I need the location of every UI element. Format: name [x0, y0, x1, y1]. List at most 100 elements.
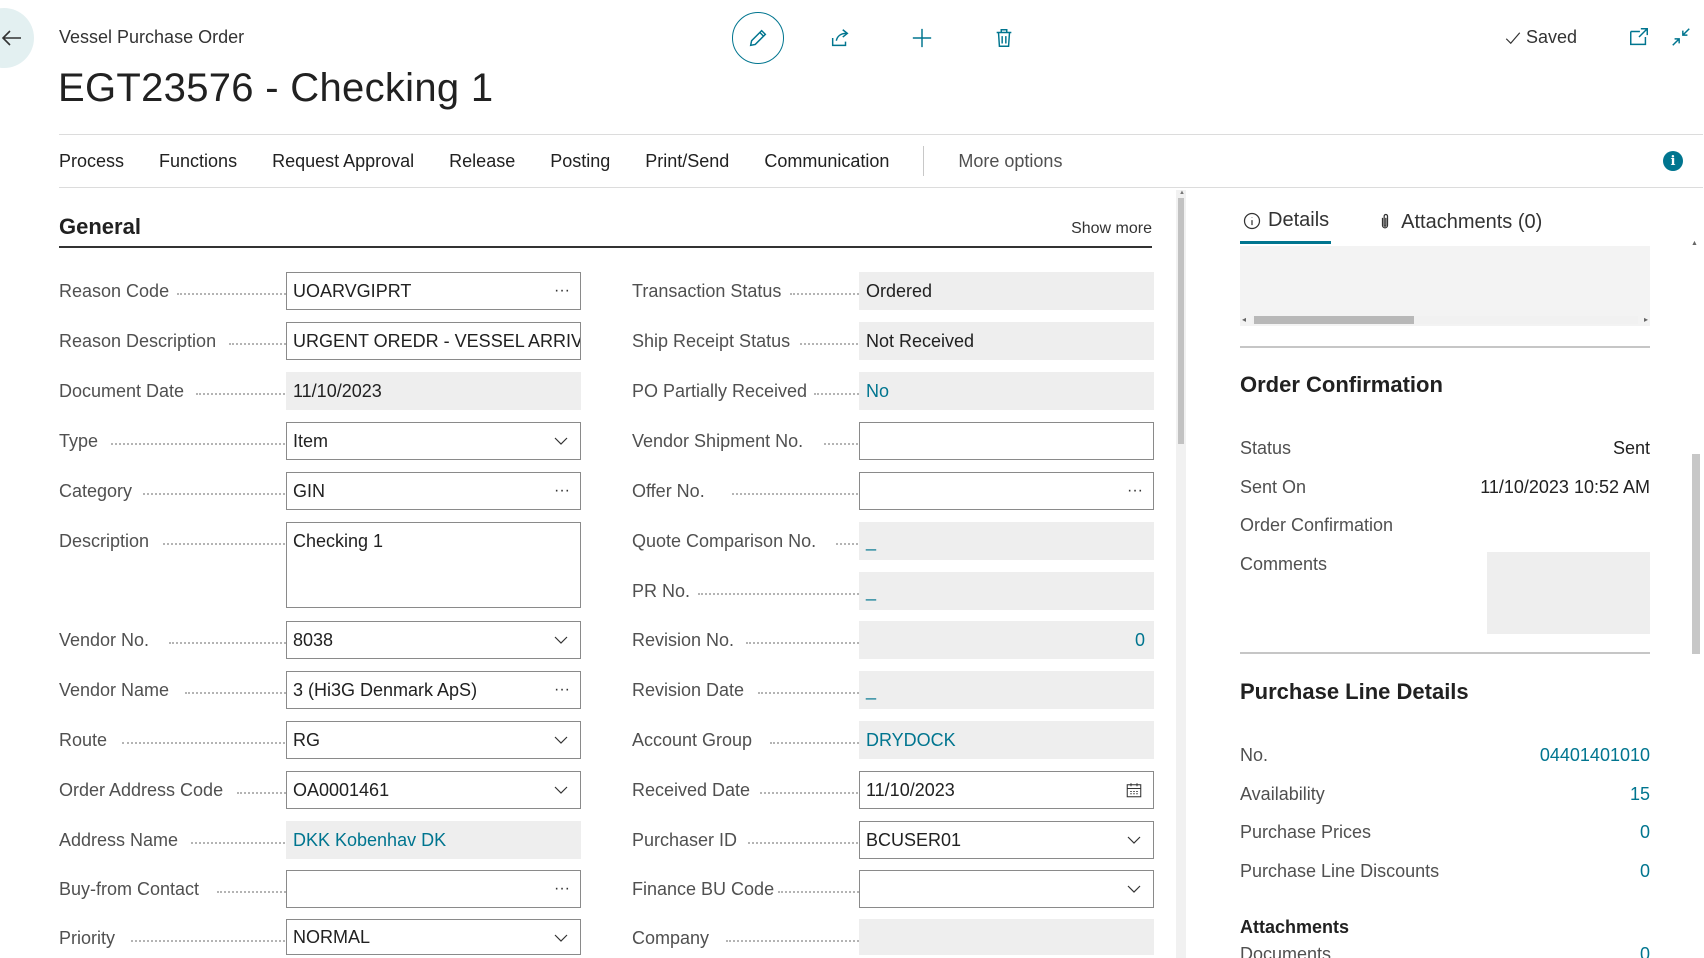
- field-vendor-shipment-no: Vendor Shipment No.: [632, 422, 1154, 460]
- field-buy-from-contact: Buy-from Contact ···: [59, 870, 581, 908]
- vendor-no-select[interactable]: 8038: [286, 621, 581, 659]
- row-value-link[interactable]: 04401401010: [1540, 745, 1650, 766]
- revision-date-value: _: [859, 671, 1154, 709]
- purchase-line-details-title: Purchase Line Details: [1240, 679, 1469, 704]
- checkmark-icon: [1505, 31, 1521, 44]
- chevron-down-icon: [1125, 880, 1143, 898]
- scrollbar-thumb[interactable]: [1692, 454, 1700, 654]
- field-revision-no: Revision No. 0: [632, 621, 1154, 659]
- info-icon[interactable]: i: [1663, 151, 1683, 171]
- share-button[interactable]: [814, 12, 866, 64]
- finance-bu-code-select[interactable]: [859, 870, 1154, 908]
- menu-process[interactable]: Process: [59, 151, 124, 172]
- menu-communication[interactable]: Communication: [764, 151, 889, 172]
- scrollbar-thumb[interactable]: [1178, 198, 1184, 444]
- field-label: Finance BU Code: [632, 878, 775, 899]
- menu-posting[interactable]: Posting: [550, 151, 610, 172]
- quote-comparison-no-link[interactable]: _: [859, 522, 1154, 560]
- pld-row-availability: Availability 15: [1240, 780, 1650, 808]
- factbox-divider: [1240, 652, 1650, 654]
- new-button[interactable]: [896, 12, 948, 64]
- row-value-link[interactable]: 0: [1640, 944, 1650, 958]
- row-value: 11/10/2023 10:52 AM: [1480, 476, 1650, 497]
- field-route: Route RG: [59, 721, 581, 759]
- row-label: Comments: [1240, 553, 1328, 574]
- collapse-button[interactable]: [1670, 26, 1694, 50]
- field-company: Company: [632, 919, 1154, 957]
- field-label: Ship Receipt Status: [632, 330, 791, 351]
- delete-button[interactable]: [978, 12, 1030, 64]
- menu-release[interactable]: Release: [449, 151, 515, 172]
- menu-functions[interactable]: Functions: [159, 151, 237, 172]
- field-label: Address Name: [59, 829, 179, 850]
- field-label: Offer No.: [632, 480, 705, 501]
- pr-no-link[interactable]: _: [859, 572, 1154, 610]
- tab-attachments[interactable]: Attachments (0): [1373, 200, 1544, 244]
- factbox-horizontal-scrollbar[interactable]: ◂ ▸: [1240, 314, 1650, 326]
- field-received-date: Received Date 11/10/2023: [632, 771, 1154, 809]
- lookup-ellipsis-icon[interactable]: ···: [554, 880, 570, 898]
- factbox-scrollbar[interactable]: ▲: [1690, 240, 1700, 958]
- field-type: Type Item: [59, 422, 581, 460]
- reason-description-input[interactable]: URGENT OREDR - VESSEL ARRIVING: [286, 322, 581, 360]
- main-scrollbar[interactable]: ▲: [1176, 190, 1186, 958]
- scroll-left-icon[interactable]: ◂: [1242, 315, 1246, 324]
- order-address-code-select[interactable]: OA0001461: [286, 771, 581, 809]
- scroll-up-icon: ▲: [1691, 240, 1698, 247]
- scrollbar-thumb[interactable]: [1254, 316, 1414, 324]
- description-textarea[interactable]: Checking 1: [286, 522, 581, 608]
- account-group-link[interactable]: DRYDOCK: [859, 721, 1154, 759]
- tab-details[interactable]: Details: [1240, 200, 1332, 244]
- pld-row-documents: Documents 0: [1240, 944, 1650, 958]
- reason-code-input[interactable]: UOARVGIPRT ···: [286, 272, 581, 310]
- field-label: Account Group: [632, 729, 753, 750]
- menu-separator: [923, 146, 925, 176]
- oc-row-comments: Comments: [1240, 550, 1480, 578]
- menu-request-approval[interactable]: Request Approval: [272, 151, 414, 172]
- field-value: No: [866, 380, 890, 401]
- open-new-window-button[interactable]: [1628, 26, 1652, 50]
- category-input[interactable]: GIN ···: [286, 472, 581, 510]
- menu-print-send[interactable]: Print/Send: [645, 151, 729, 172]
- lookup-ellipsis-icon[interactable]: ···: [1127, 482, 1143, 500]
- chevron-down-icon: [552, 731, 570, 749]
- route-select[interactable]: RG: [286, 721, 581, 759]
- field-finance-bu-code: Finance BU Code: [632, 870, 1154, 908]
- scroll-right-icon[interactable]: ▸: [1644, 315, 1648, 324]
- show-more-link[interactable]: Show more: [1071, 220, 1152, 238]
- menu-more-options[interactable]: More options: [958, 151, 1062, 172]
- received-date-input[interactable]: 11/10/2023: [859, 771, 1154, 809]
- priority-select[interactable]: NORMAL: [286, 919, 581, 955]
- lookup-ellipsis-icon[interactable]: ···: [554, 482, 570, 500]
- oc-row-status: Status Sent: [1240, 434, 1650, 462]
- lookup-ellipsis-icon[interactable]: ···: [554, 282, 570, 300]
- back-button[interactable]: [0, 8, 34, 68]
- row-value-link[interactable]: 15: [1630, 784, 1650, 805]
- field-label: Priority: [59, 927, 116, 948]
- factbox-tabs: Details Attachments (0): [1240, 200, 1586, 248]
- calendar-icon[interactable]: [1125, 781, 1143, 799]
- action-menu-bar: Process Functions Request Approval Relea…: [59, 134, 1703, 188]
- vendor-name-input[interactable]: 3 (Hi3G Denmark ApS) ···: [286, 671, 581, 709]
- row-value-link[interactable]: 0: [1640, 822, 1650, 843]
- field-value: OA0001461: [293, 779, 390, 800]
- plus-icon: [912, 28, 932, 48]
- field-value: 3 (Hi3G Denmark ApS): [293, 679, 478, 700]
- lookup-ellipsis-icon[interactable]: ···: [554, 681, 570, 699]
- buy-from-contact-input[interactable]: ···: [286, 870, 581, 908]
- row-label: Sent On: [1240, 476, 1307, 497]
- purchaser-id-select[interactable]: BCUSER01: [859, 821, 1154, 859]
- row-value-link[interactable]: 0: [1640, 861, 1650, 882]
- type-select[interactable]: Item: [286, 422, 581, 460]
- field-value: URGENT OREDR - VESSEL ARRIVING: [293, 330, 580, 351]
- transaction-status-value: Ordered: [859, 272, 1154, 310]
- field-value: DKK Kobenhav DK: [293, 829, 447, 850]
- edit-button[interactable]: [732, 12, 784, 64]
- vendor-shipment-no-input[interactable]: [859, 422, 1154, 460]
- offer-no-input[interactable]: ···: [859, 472, 1154, 510]
- comments-field[interactable]: [1487, 552, 1650, 634]
- field-label: Buy-from Contact: [59, 878, 200, 899]
- chevron-down-icon: [552, 631, 570, 649]
- address-name-link[interactable]: DKK Kobenhav DK: [286, 821, 581, 859]
- field-po-partially-received: PO Partially Received No: [632, 372, 1154, 410]
